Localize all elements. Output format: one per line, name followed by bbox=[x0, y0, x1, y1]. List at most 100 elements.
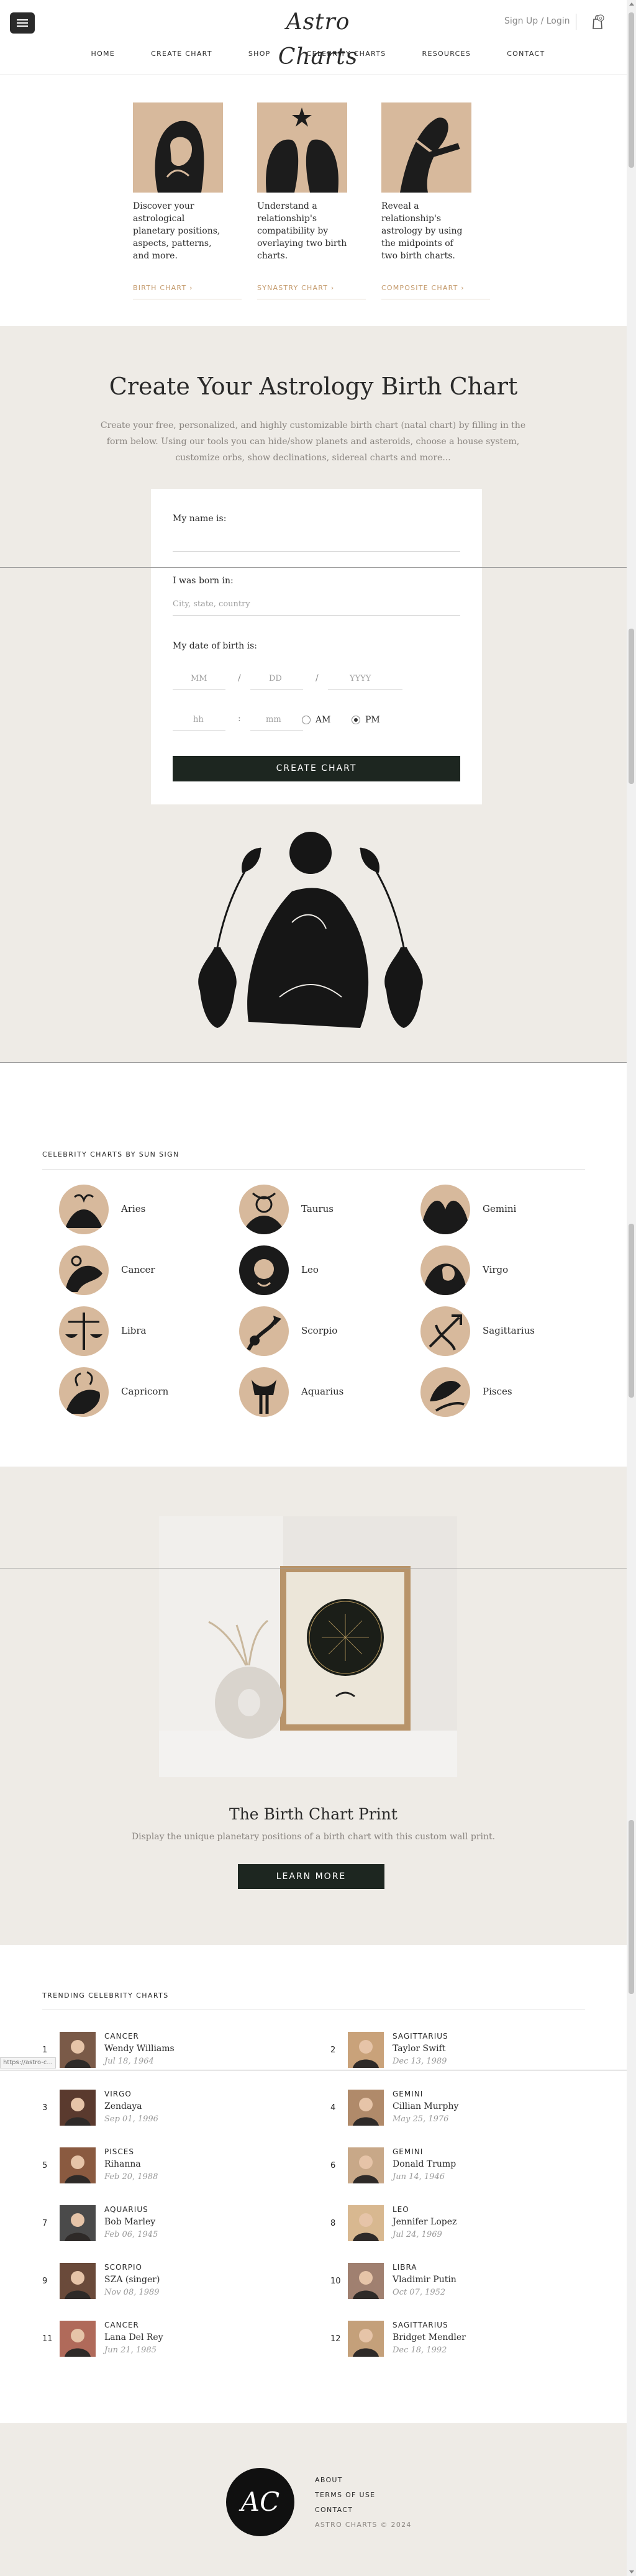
city-input-underline bbox=[173, 615, 460, 616]
name-input[interactable] bbox=[173, 551, 460, 552]
trending-item[interactable]: 11 CANCER Lana Del Rey Jun 21, 1985 bbox=[42, 2321, 291, 2360]
am-radio[interactable] bbox=[302, 716, 311, 724]
footer-about-link[interactable]: ABOUT bbox=[315, 2473, 412, 2488]
svg-text:0: 0 bbox=[599, 16, 602, 21]
month-input[interactable]: MM bbox=[191, 674, 207, 683]
scrollbar-thumb[interactable] bbox=[629, 1224, 634, 1398]
trending-item[interactable]: 4 GEMINI Cillian Murphy May 25, 1976 bbox=[330, 2090, 579, 2129]
nav-resources[interactable]: RESOURCES bbox=[422, 50, 471, 58]
trending-item[interactable]: 12 SAGITTARIUS Bridget Mendler Dec 18, 1992 bbox=[330, 2321, 579, 2360]
birth-chart-link[interactable]: BIRTH CHART › bbox=[133, 284, 193, 292]
print-title: The Birth Chart Print bbox=[229, 1805, 398, 1823]
trending-item[interactable]: 3 VIRGO Zendaya Sep 01, 1996 bbox=[42, 2090, 291, 2129]
scroll-up-arrow[interactable] bbox=[629, 2, 634, 6]
sign-virgo[interactable]: Virgo bbox=[420, 1245, 588, 1295]
sign-scorpio[interactable]: Scorpio bbox=[239, 1306, 407, 1356]
rank-number: 7 bbox=[42, 2219, 48, 2228]
rank-number: 10 bbox=[330, 2277, 341, 2286]
sign-pisces[interactable]: Pisces bbox=[420, 1367, 588, 1417]
sign-aquarius[interactable]: Aquarius bbox=[239, 1367, 407, 1417]
site-footer: AC ABOUT TERMS OF USE CONTACT ASTRO CHAR… bbox=[0, 2423, 627, 2576]
section-divider bbox=[42, 1169, 585, 1170]
virgo-icon bbox=[420, 1245, 470, 1295]
feature-description: Discover your astrological planetary pos… bbox=[133, 201, 220, 261]
celebrity-birthdate: May 25, 1976 bbox=[393, 2114, 449, 2124]
feature-composite-chart: Reveal a relationship's astrology by usi… bbox=[381, 102, 490, 299]
scrollbar-thumb[interactable] bbox=[629, 1820, 634, 1994]
sign-capricorn[interactable]: Capricorn bbox=[59, 1367, 227, 1417]
trending-item[interactable]: 6 GEMINI Donald Trump Jun 14, 1946 bbox=[330, 2147, 579, 2187]
capture-seam bbox=[0, 1062, 627, 1063]
trending-item[interactable]: 9 SCORPIO SZA (singer) Nov 08, 1989 bbox=[42, 2263, 291, 2303]
trending-item[interactable]: 2 SAGITTARIUS Taylor Swift Dec 13, 1989 bbox=[330, 2032, 579, 2072]
footer-terms-link[interactable]: TERMS OF USE bbox=[315, 2488, 412, 2503]
celebrity-birthdate: Feb 20, 1988 bbox=[104, 2172, 158, 2182]
celebrity-photo bbox=[60, 2147, 96, 2183]
celebrity-birthdate: Dec 13, 1989 bbox=[393, 2057, 447, 2066]
hamburger-menu-button[interactable] bbox=[10, 12, 35, 34]
create-chart-button[interactable]: CREATE CHART bbox=[173, 756, 460, 781]
print-product-photo[interactable] bbox=[159, 1516, 457, 1777]
rank-number: 6 bbox=[330, 2161, 336, 2170]
trending-item[interactable]: 7 AQUARIUS Bob Marley Feb 06, 1945 bbox=[42, 2205, 291, 2245]
feature-synastry-chart: Understand a relationship's compatibilit… bbox=[257, 102, 366, 299]
rank-number: 8 bbox=[330, 2219, 336, 2228]
site-header: Astro Charts Sign Up / Login 0 HOME CREA… bbox=[0, 0, 636, 75]
trending-item[interactable]: 5 PISCES Rihanna Feb 20, 1988 bbox=[42, 2147, 291, 2187]
scorpio-icon bbox=[239, 1306, 289, 1356]
composite-chart-link[interactable]: COMPOSITE CHART › bbox=[381, 284, 465, 292]
month-underline bbox=[173, 689, 225, 690]
site-logo[interactable]: Astro Charts bbox=[256, 5, 380, 70]
celebrity-name: Lana Del Rey bbox=[104, 2333, 163, 2342]
trending-item[interactable]: 1 CANCER Wendy Williams Jul 18, 1964 bbox=[42, 2032, 291, 2072]
dob-label: My date of birth is: bbox=[173, 641, 258, 651]
nav-contact[interactable]: CONTACT bbox=[507, 50, 545, 58]
year-input[interactable]: YYYY bbox=[350, 674, 371, 683]
nav-create-chart[interactable]: CREATE CHART bbox=[151, 50, 212, 58]
sign-leo[interactable]: Leo bbox=[239, 1245, 407, 1295]
section-title: TRENDING CELEBRITY CHARTS bbox=[42, 1991, 169, 2000]
gemini-icon bbox=[420, 1185, 470, 1234]
celebrity-birthdate: Nov 08, 1989 bbox=[104, 2288, 160, 2297]
celebrity-name: Taylor Swift bbox=[393, 2044, 446, 2054]
rank-number: 2 bbox=[330, 2046, 336, 2055]
footer-contact-link[interactable]: CONTACT bbox=[315, 2503, 412, 2518]
trending-item[interactable]: 8 LEO Jennifer Lopez Jul 24, 1969 bbox=[330, 2205, 579, 2245]
sign-gemini[interactable]: Gemini bbox=[420, 1185, 588, 1234]
status-bar-url: https://astro-c... bbox=[0, 2057, 56, 2069]
celebrity-name: Bob Marley bbox=[104, 2217, 156, 2227]
sign-aries[interactable]: Aries bbox=[59, 1185, 227, 1234]
nav-shop[interactable]: SHOP bbox=[248, 50, 271, 58]
sign-libra[interactable]: Libra bbox=[59, 1306, 227, 1356]
pm-radio[interactable] bbox=[352, 716, 360, 724]
libra-icon bbox=[59, 1306, 109, 1356]
day-input[interactable]: DD bbox=[269, 674, 282, 683]
celebrity-photo bbox=[60, 2032, 96, 2068]
learn-more-button[interactable]: LEARN MORE bbox=[238, 1864, 384, 1889]
scroll-down-arrow[interactable] bbox=[629, 2570, 634, 2574]
city-input[interactable]: City, state, country bbox=[173, 599, 250, 609]
celebrity-name: Wendy Williams bbox=[104, 2044, 175, 2054]
cart-icon[interactable]: 0 bbox=[590, 14, 605, 31]
sign-sagittarius[interactable]: Sagittarius bbox=[420, 1306, 588, 1356]
footer-logo[interactable]: AC bbox=[226, 2468, 294, 2536]
scrollbar-thumb[interactable] bbox=[629, 12, 634, 168]
couple-star-illustration bbox=[257, 102, 347, 193]
feature-description: Reveal a relationship's astrology by usi… bbox=[381, 201, 463, 261]
celebrity-name: Vladimir Putin bbox=[393, 2275, 457, 2285]
trending-item[interactable]: 10 LIBRA Vladimir Putin Oct 07, 1952 bbox=[330, 2263, 579, 2303]
nav-celebrity-charts[interactable]: CELEBRITY CHARTS bbox=[307, 50, 386, 58]
rank-number: 12 bbox=[330, 2334, 341, 2344]
scrollbar-thumb[interactable] bbox=[629, 629, 634, 784]
signup-login-link[interactable]: Sign Up / Login bbox=[504, 16, 570, 26]
minute-input[interactable]: mm bbox=[266, 715, 281, 724]
hour-input[interactable]: hh bbox=[193, 715, 204, 724]
celebrity-sign: SCORPIO bbox=[104, 2263, 142, 2272]
sign-cancer[interactable]: Cancer bbox=[59, 1245, 227, 1295]
birth-chart-form: My name is: I was born in: City, state, … bbox=[151, 489, 482, 804]
nav-home[interactable]: HOME bbox=[91, 50, 116, 58]
trending-celebrity-section: TRENDING CELEBRITY CHARTS 1 CANCER Wendy W… bbox=[0, 1945, 627, 2423]
sign-taurus[interactable]: Taurus bbox=[239, 1185, 407, 1234]
synastry-chart-link[interactable]: SYNASTRY CHART › bbox=[257, 284, 334, 292]
page-scrollbar[interactable] bbox=[627, 0, 636, 2576]
